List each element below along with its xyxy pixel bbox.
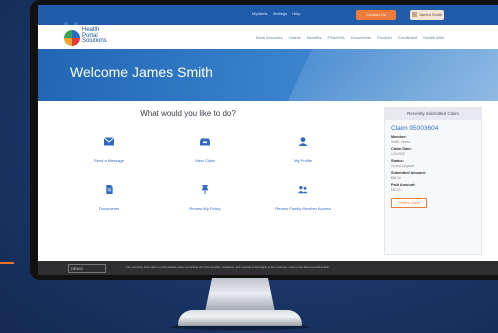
field-value: $86.00 <box>391 176 401 180</box>
utility-link-alerts[interactable]: MyAlerts <box>252 11 268 16</box>
brand-tagline: ... <box>82 44 85 47</box>
field-value: $50.00 <box>391 188 401 192</box>
monitor-stand-base <box>178 310 302 326</box>
field-value: 1/19/2020 <box>391 152 406 156</box>
pin-icon <box>201 185 209 194</box>
claim-field-submitted: Submitted Amount: $86.00 <box>391 171 475 180</box>
view-claim-action[interactable]: View Claim <box>160 137 250 167</box>
brand-line3: Solutions <box>82 38 107 44</box>
nav-item-benefits[interactable]: Benefits <box>307 35 321 40</box>
inbox-icon <box>200 138 210 146</box>
nav-item-claims[interactable]: Claims <box>289 35 301 40</box>
welcome-banner: Welcome James Smith <box>38 49 498 101</box>
nav-item-fsa-hsa[interactable]: FSA/HSA <box>328 35 345 40</box>
main-navbar: Health Portal Solutions ... Bank Account… <box>38 25 498 50</box>
welcome-title: Welcome James Smith <box>70 64 213 80</box>
field-label: Member: <box>391 135 407 139</box>
family-icon <box>298 186 308 194</box>
field-label: Status: <box>391 159 404 163</box>
banner-decoration <box>279 49 498 101</box>
nav-menu: Bank Accounts Claims Benefits FSA/HSA Do… <box>256 35 449 40</box>
review-policy-label: Review My Policy <box>189 206 221 211</box>
user-icon <box>298 137 308 146</box>
logo-icon <box>64 30 80 46</box>
claim-number-link[interactable]: Claim 95003604 <box>391 125 475 132</box>
recent-claim-title: Recently Submitted Claim <box>385 108 481 120</box>
contact-button[interactable]: Contact Us <box>356 10 396 20</box>
brand-name: Health Portal Solutions <box>82 27 107 45</box>
user-name: James Smith <box>418 12 443 17</box>
documents-action[interactable]: Documents <box>64 185 154 215</box>
review-policy-action[interactable]: Review My Policy <box>160 185 250 215</box>
send-message-label: Send a Message <box>93 158 125 163</box>
monitor-screen: MyAlerts Settings Help Contact Us James … <box>38 5 498 275</box>
field-value: Closed-Upgrade <box>391 164 415 168</box>
claim-field-paid: Paid Amount: $50.00 <box>391 183 475 192</box>
demo-badge: DEMO <box>68 264 106 273</box>
avatar <box>411 12 417 18</box>
footer-disclaimer: The summary information on this website … <box>126 265 330 269</box>
view-claim-label: View Claim <box>195 158 215 163</box>
brand-logo[interactable]: Health Portal Solutions ... <box>64 27 126 48</box>
user-menu-button[interactable]: James Smith <box>410 10 444 20</box>
footer: DEMO The summary information on this web… <box>38 261 498 275</box>
field-label: Submitted Amount: <box>391 171 427 175</box>
my-profile-action[interactable]: My Profile <box>258 137 348 167</box>
review-claim-button[interactable]: Review Claim <box>391 198 427 208</box>
field-label: Claim Date: <box>391 147 412 151</box>
utility-link-settings[interactable]: Settings <box>273 11 287 16</box>
nav-item-documents[interactable]: Documents <box>351 35 371 40</box>
family-access-action[interactable]: Review Family Member Access <box>258 185 348 215</box>
nav-item-health-ebill[interactable]: Health eBill <box>423 35 443 40</box>
accent-line <box>0 262 14 264</box>
nav-item-bank-accounts[interactable]: Bank Accounts <box>256 35 282 40</box>
document-icon <box>106 185 113 194</box>
action-prompt: What would you like to do? <box>140 109 236 118</box>
utility-link-help[interactable]: Help <box>292 11 300 16</box>
documents-label: Documents <box>98 206 120 211</box>
claim-field-date: Claim Date: 1/19/2020 <box>391 147 475 156</box>
utility-bar: MyAlerts Settings Help Contact Us James … <box>38 5 498 26</box>
family-access-label: Review Family Member Access <box>275 206 331 211</box>
my-profile-label: My Profile <box>294 158 312 163</box>
monitor-stand-neck <box>205 278 275 312</box>
claim-field-status: Status: Closed-Upgrade <box>391 159 475 168</box>
field-label: Paid Amount: <box>391 183 416 187</box>
claim-field-member: Member: Smith, James <box>391 135 475 144</box>
envelope-icon <box>104 137 114 146</box>
utility-links: MyAlerts Settings Help <box>252 11 305 16</box>
nav-item-enrollment[interactable]: Enrollment <box>398 35 417 40</box>
nav-item-provider[interactable]: Provider <box>377 35 392 40</box>
recent-claim-panel: Recently Submitted Claim Claim 95003604 … <box>384 107 482 255</box>
field-value: Smith, James <box>391 140 411 144</box>
send-message-action[interactable]: Send a Message <box>64 137 154 167</box>
